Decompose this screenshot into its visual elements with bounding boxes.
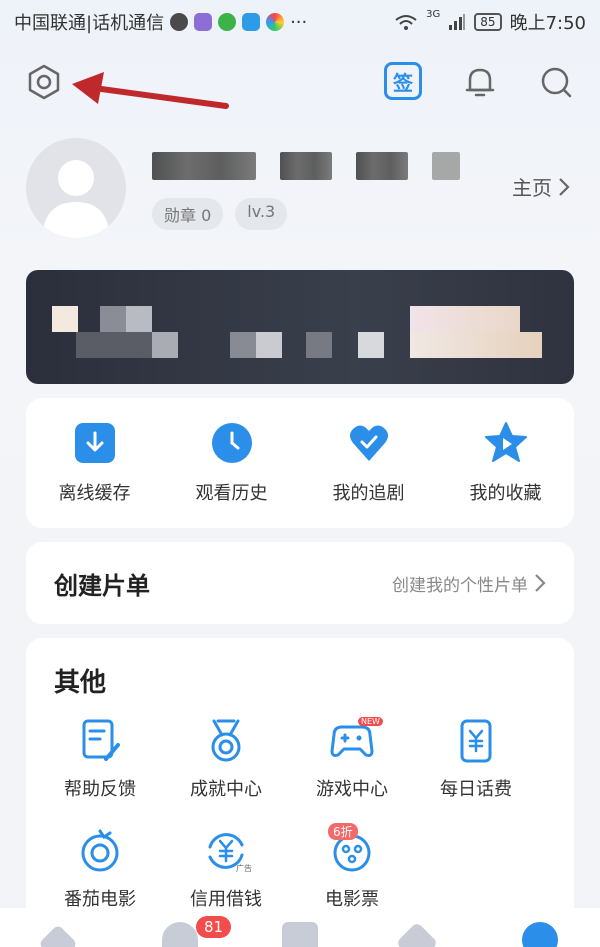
game-center-tag: NEW xyxy=(358,717,383,726)
star-icon xyxy=(484,422,527,462)
help-feedback-label: 帮助反馈 xyxy=(64,779,136,800)
offline-cache-label: 离线缓存 xyxy=(58,483,131,504)
shield-app-icon xyxy=(242,13,261,31)
battery-level: 85 xyxy=(474,13,502,31)
short-video-tab-icon[interactable] xyxy=(282,922,318,947)
tomato-movie-item[interactable]: 番茄电影 xyxy=(50,827,150,911)
create-list-card[interactable]: 创建片单 创建我的个性片单 xyxy=(26,542,574,624)
watch-history-item[interactable]: 观看历史 xyxy=(177,421,287,505)
settings-button[interactable] xyxy=(24,62,64,102)
download-icon xyxy=(74,423,115,463)
home-tab-icon[interactable] xyxy=(38,924,78,947)
notification-button[interactable] xyxy=(460,62,500,102)
my-tab-icon[interactable] xyxy=(522,922,558,947)
hot-tab-badge: 81 xyxy=(196,916,232,938)
clock-time: 晚上7:50 xyxy=(509,13,586,34)
phone-yuan-icon xyxy=(460,719,492,763)
more-notifications: ··· xyxy=(290,11,308,33)
app-notification-icon xyxy=(194,13,213,31)
create-list-title: 创建片单 xyxy=(54,571,150,600)
carrier-text: 中国联通|话机通信 xyxy=(14,13,165,34)
chevron-right-icon xyxy=(559,177,570,196)
chat-bubble-icon xyxy=(170,13,189,31)
medal-badge[interactable]: 勋章 0 xyxy=(152,198,224,230)
chevron-right-icon xyxy=(535,574,546,592)
level-badge[interactable]: lv.3 xyxy=(235,198,288,230)
annotation-arrow-icon xyxy=(72,72,229,109)
network-type: 3G xyxy=(426,9,441,20)
search-button[interactable] xyxy=(536,62,576,102)
my-series-label: 我的追剧 xyxy=(332,483,405,504)
vip-banner[interactable] xyxy=(26,270,574,384)
default-avatar-icon xyxy=(42,160,110,238)
create-list-link[interactable]: 创建我的个性片单 xyxy=(392,571,546,596)
my-favorites-label: 我的收藏 xyxy=(469,483,542,504)
help-feedback-item[interactable]: 帮助反馈 xyxy=(50,717,150,801)
credit-loan-ad-tag: 广告 xyxy=(236,864,252,873)
bottom-nav xyxy=(0,908,600,947)
game-center-item[interactable]: NEW 游戏中心 xyxy=(302,717,402,801)
medal-icon xyxy=(211,719,241,762)
bell-icon xyxy=(465,68,495,97)
feedback-icon xyxy=(82,719,120,761)
color-app-icon xyxy=(266,13,285,31)
heart-check-icon xyxy=(349,425,388,461)
daily-phone-fee-label: 每日话费 xyxy=(440,779,512,800)
hot-tab-icon[interactable] xyxy=(162,922,198,947)
status-left: 中国联通|话机通信 ··· xyxy=(14,9,307,35)
sign-in-label: 签 xyxy=(393,70,413,95)
game-center-label: 游戏中心 xyxy=(316,779,388,800)
avatar[interactable] xyxy=(26,138,126,238)
profile-badges: 勋章 0 lv.3 xyxy=(152,198,288,230)
status-bar: 中国联通|话机通信 ··· 3G 85 晚上7:50 xyxy=(0,0,600,44)
homepage-label: 主页 xyxy=(512,176,552,200)
search-icon xyxy=(541,67,572,98)
achievement-center-label: 成就中心 xyxy=(190,779,262,800)
others-title: 其他 xyxy=(54,668,107,698)
achievement-center-item[interactable]: 成就中心 xyxy=(176,717,276,801)
wechat-icon xyxy=(218,13,237,31)
status-right: 3G 85 晚上7:50 xyxy=(394,9,586,35)
credit-loan-item[interactable]: 广告 信用借钱 xyxy=(176,827,276,911)
vip-tab-icon[interactable] xyxy=(395,921,439,947)
movie-ticket-discount-tag: 6折 xyxy=(328,823,358,840)
offline-cache-item[interactable]: 离线缓存 xyxy=(40,421,150,505)
signal-icon xyxy=(449,14,466,30)
watch-history-label: 观看历史 xyxy=(195,483,268,504)
daily-phone-fee-item[interactable]: 每日话费 xyxy=(426,717,526,801)
my-favorites-item[interactable]: 我的收藏 xyxy=(451,421,561,505)
clock-icon xyxy=(211,423,252,463)
settings-gear-icon xyxy=(28,64,60,100)
sign-in-button[interactable]: 签 xyxy=(384,62,422,100)
homepage-link[interactable]: 主页 xyxy=(512,172,570,201)
my-series-item[interactable]: 我的追剧 xyxy=(314,421,424,505)
wifi-icon xyxy=(395,15,417,30)
create-list-link-label: 创建我的个性片单 xyxy=(392,575,528,596)
movie-ticket-item[interactable]: 6折 电影票 xyxy=(302,823,402,911)
quick-menu: 离线缓存 观看历史 我的追剧 我的收藏 xyxy=(26,398,574,528)
tomato-movie-icon xyxy=(81,829,119,872)
others-card: 其他 帮助反馈 成就中心 NEW 游戏中心 每日话费 番茄电影 广告 信用借钱 … xyxy=(26,638,574,938)
